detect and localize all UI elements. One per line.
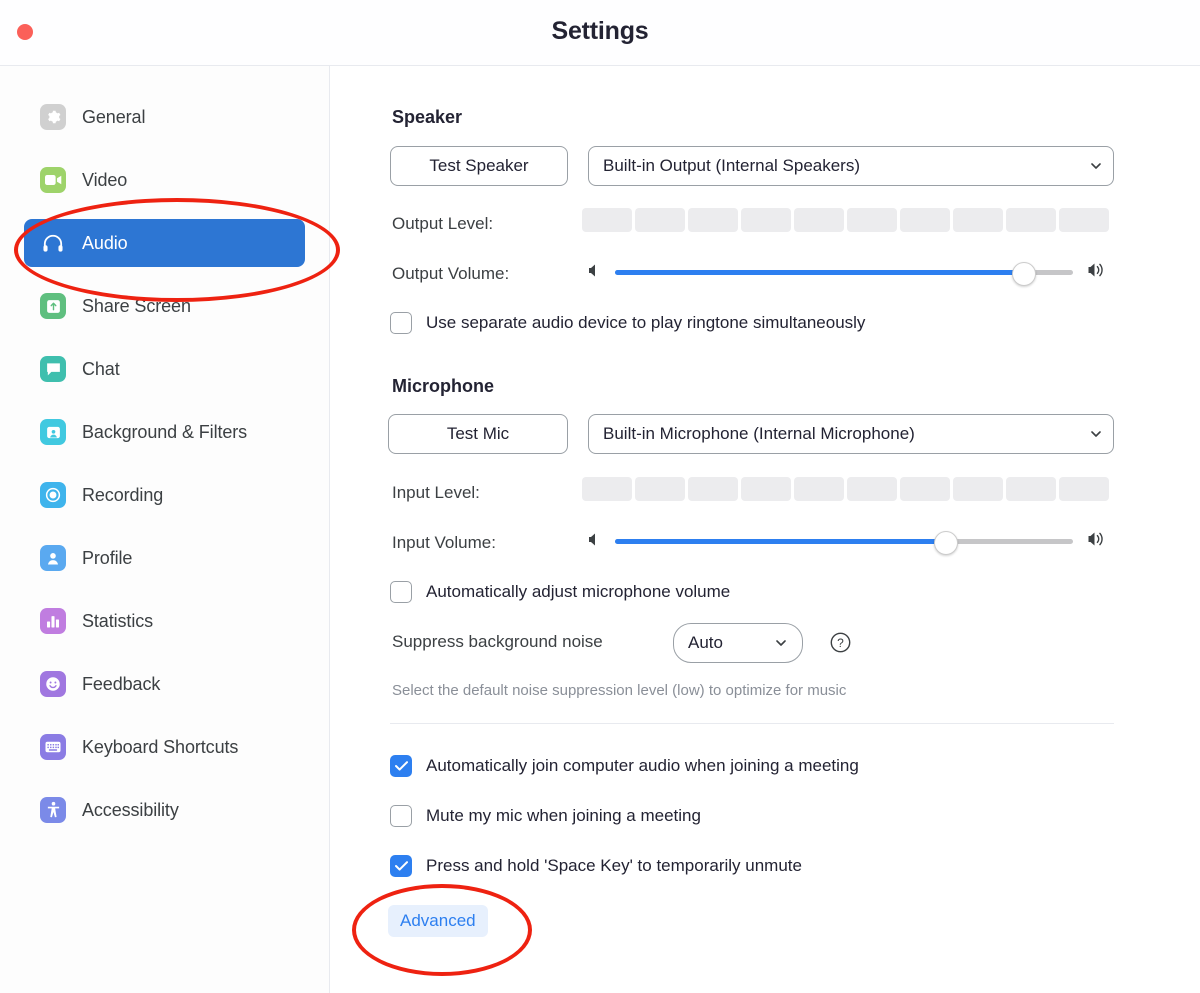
auto-join-audio-row[interactable]: Automatically join computer audio when j…: [390, 755, 859, 777]
sidebar-item-label: Background & Filters: [82, 421, 248, 442]
mute-on-join-checkbox[interactable]: [390, 805, 412, 827]
input-level-meter: [582, 477, 1109, 501]
speaker-high-icon: [1087, 531, 1106, 552]
speaker-device-value: Built-in Output (Internal Speakers): [603, 156, 861, 175]
upload-box-icon: [40, 293, 66, 319]
accessibility-icon: [40, 797, 66, 823]
output-volume-label: Output Volume:: [392, 264, 510, 283]
sidebar-item-label: Video: [82, 169, 128, 190]
input-volume-track[interactable]: [615, 530, 1073, 555]
output-level-label: Output Level:: [392, 214, 494, 233]
space-key-unmute-label: Press and hold 'Space Key' to temporaril…: [426, 856, 802, 875]
svg-text:?: ?: [837, 636, 844, 650]
microphone-device-select[interactable]: Built-in Microphone (Internal Microphone…: [588, 414, 1114, 454]
sidebar-item-label: Keyboard Shortcuts: [82, 736, 239, 757]
ringtone-checkbox-label: Use separate audio device to play ringto…: [426, 313, 866, 332]
help-question-icon[interactable]: ?: [830, 632, 851, 653]
video-camera-icon: [40, 167, 66, 193]
sidebar-item-share-screen[interactable]: Share Screen: [24, 282, 305, 330]
output-volume-track[interactable]: [615, 261, 1073, 286]
sidebar-item-accessibility[interactable]: Accessibility: [24, 786, 305, 834]
sidebar-item-video[interactable]: Video: [24, 156, 305, 204]
sidebar: General Video Audio Share Screen Chat Ba…: [0, 66, 330, 993]
sidebar-item-label: Statistics: [82, 610, 154, 631]
output-level-meter: [582, 208, 1109, 232]
ringtone-checkbox[interactable]: [390, 312, 412, 334]
input-level-label: Input Level:: [392, 483, 480, 502]
settings-window: Settings General Video Audio Share Scree…: [0, 0, 1200, 993]
auto-adjust-mic-checkbox-row[interactable]: Automatically adjust microphone volume: [390, 581, 730, 603]
chat-bubble-icon: [40, 356, 66, 382]
sidebar-item-profile[interactable]: Profile: [24, 534, 305, 582]
chevron-down-icon: [1091, 431, 1101, 437]
smiley-icon: [40, 671, 66, 697]
sidebar-item-label: Chat: [82, 358, 120, 379]
speaker-low-icon: [588, 263, 601, 283]
bar-chart-icon: [40, 608, 66, 634]
space-key-unmute-checkbox[interactable]: [390, 855, 412, 877]
test-mic-button[interactable]: Test Mic: [388, 414, 568, 454]
output-volume-slider[interactable]: [588, 261, 1114, 286]
suppress-noise-label: Suppress background noise: [392, 632, 603, 651]
input-volume-slider[interactable]: [588, 530, 1114, 555]
sidebar-item-recording[interactable]: Recording: [24, 471, 305, 519]
ringtone-checkbox-row[interactable]: Use separate audio device to play ringto…: [390, 312, 865, 334]
suppress-noise-hint: Select the default noise suppression lev…: [392, 682, 847, 699]
microphone-section-heading: Microphone: [392, 376, 494, 396]
person-icon: [40, 545, 66, 571]
chevron-down-icon: [776, 640, 786, 646]
sidebar-item-label: Accessibility: [82, 799, 179, 820]
auto-join-audio-label: Automatically join computer audio when j…: [426, 756, 859, 775]
auto-adjust-mic-checkbox[interactable]: [390, 581, 412, 603]
sidebar-item-feedback[interactable]: Feedback: [24, 660, 305, 708]
sidebar-item-statistics[interactable]: Statistics: [24, 597, 305, 645]
keyboard-icon: [40, 734, 66, 760]
speaker-device-select[interactable]: Built-in Output (Internal Speakers): [588, 146, 1114, 186]
sidebar-item-label: Profile: [82, 547, 133, 568]
speaker-high-icon: [1087, 262, 1106, 283]
input-volume-thumb[interactable]: [933, 530, 958, 555]
output-volume-thumb[interactable]: [1011, 261, 1036, 286]
person-frame-icon: [40, 419, 66, 445]
sidebar-item-label: Recording: [82, 484, 164, 505]
input-volume-label: Input Volume:: [392, 533, 496, 552]
sidebar-item-audio[interactable]: Audio: [24, 219, 305, 267]
advanced-button[interactable]: Advanced: [388, 905, 488, 937]
sidebar-item-keyboard-shortcuts[interactable]: Keyboard Shortcuts: [24, 723, 305, 771]
auto-join-audio-checkbox[interactable]: [390, 755, 412, 777]
suppress-noise-select[interactable]: Auto: [673, 623, 803, 663]
mute-on-join-row[interactable]: Mute my mic when joining a meeting: [390, 805, 701, 827]
title-bar: Settings: [0, 0, 1200, 66]
page-title: Settings: [551, 17, 649, 45]
auto-adjust-mic-label: Automatically adjust microphone volume: [426, 582, 731, 601]
section-divider: [390, 723, 1114, 724]
speaker-section-heading: Speaker: [392, 107, 463, 127]
test-speaker-button[interactable]: Test Speaker: [390, 146, 568, 186]
headphones-icon: [40, 230, 66, 256]
sidebar-item-chat[interactable]: Chat: [24, 345, 305, 393]
gear-icon: [40, 104, 66, 130]
sidebar-item-label: Share Screen: [82, 295, 191, 316]
sidebar-item-label: Audio: [82, 232, 128, 253]
suppress-noise-value: Auto: [688, 633, 723, 652]
sidebar-item-general[interactable]: General: [24, 93, 305, 141]
space-key-unmute-row[interactable]: Press and hold 'Space Key' to temporaril…: [390, 855, 802, 877]
chevron-down-icon: [1091, 163, 1101, 169]
mute-on-join-label: Mute my mic when joining a meeting: [426, 806, 701, 825]
sidebar-item-background-filters[interactable]: Background & Filters: [24, 408, 305, 456]
speaker-low-icon: [588, 532, 601, 552]
sidebar-item-label: General: [82, 106, 146, 127]
settings-content: Speaker Test Speaker Built-in Output (In…: [330, 66, 1200, 993]
record-circle-icon: [40, 482, 66, 508]
microphone-device-value: Built-in Microphone (Internal Microphone…: [603, 424, 915, 443]
sidebar-item-label: Feedback: [82, 673, 161, 694]
